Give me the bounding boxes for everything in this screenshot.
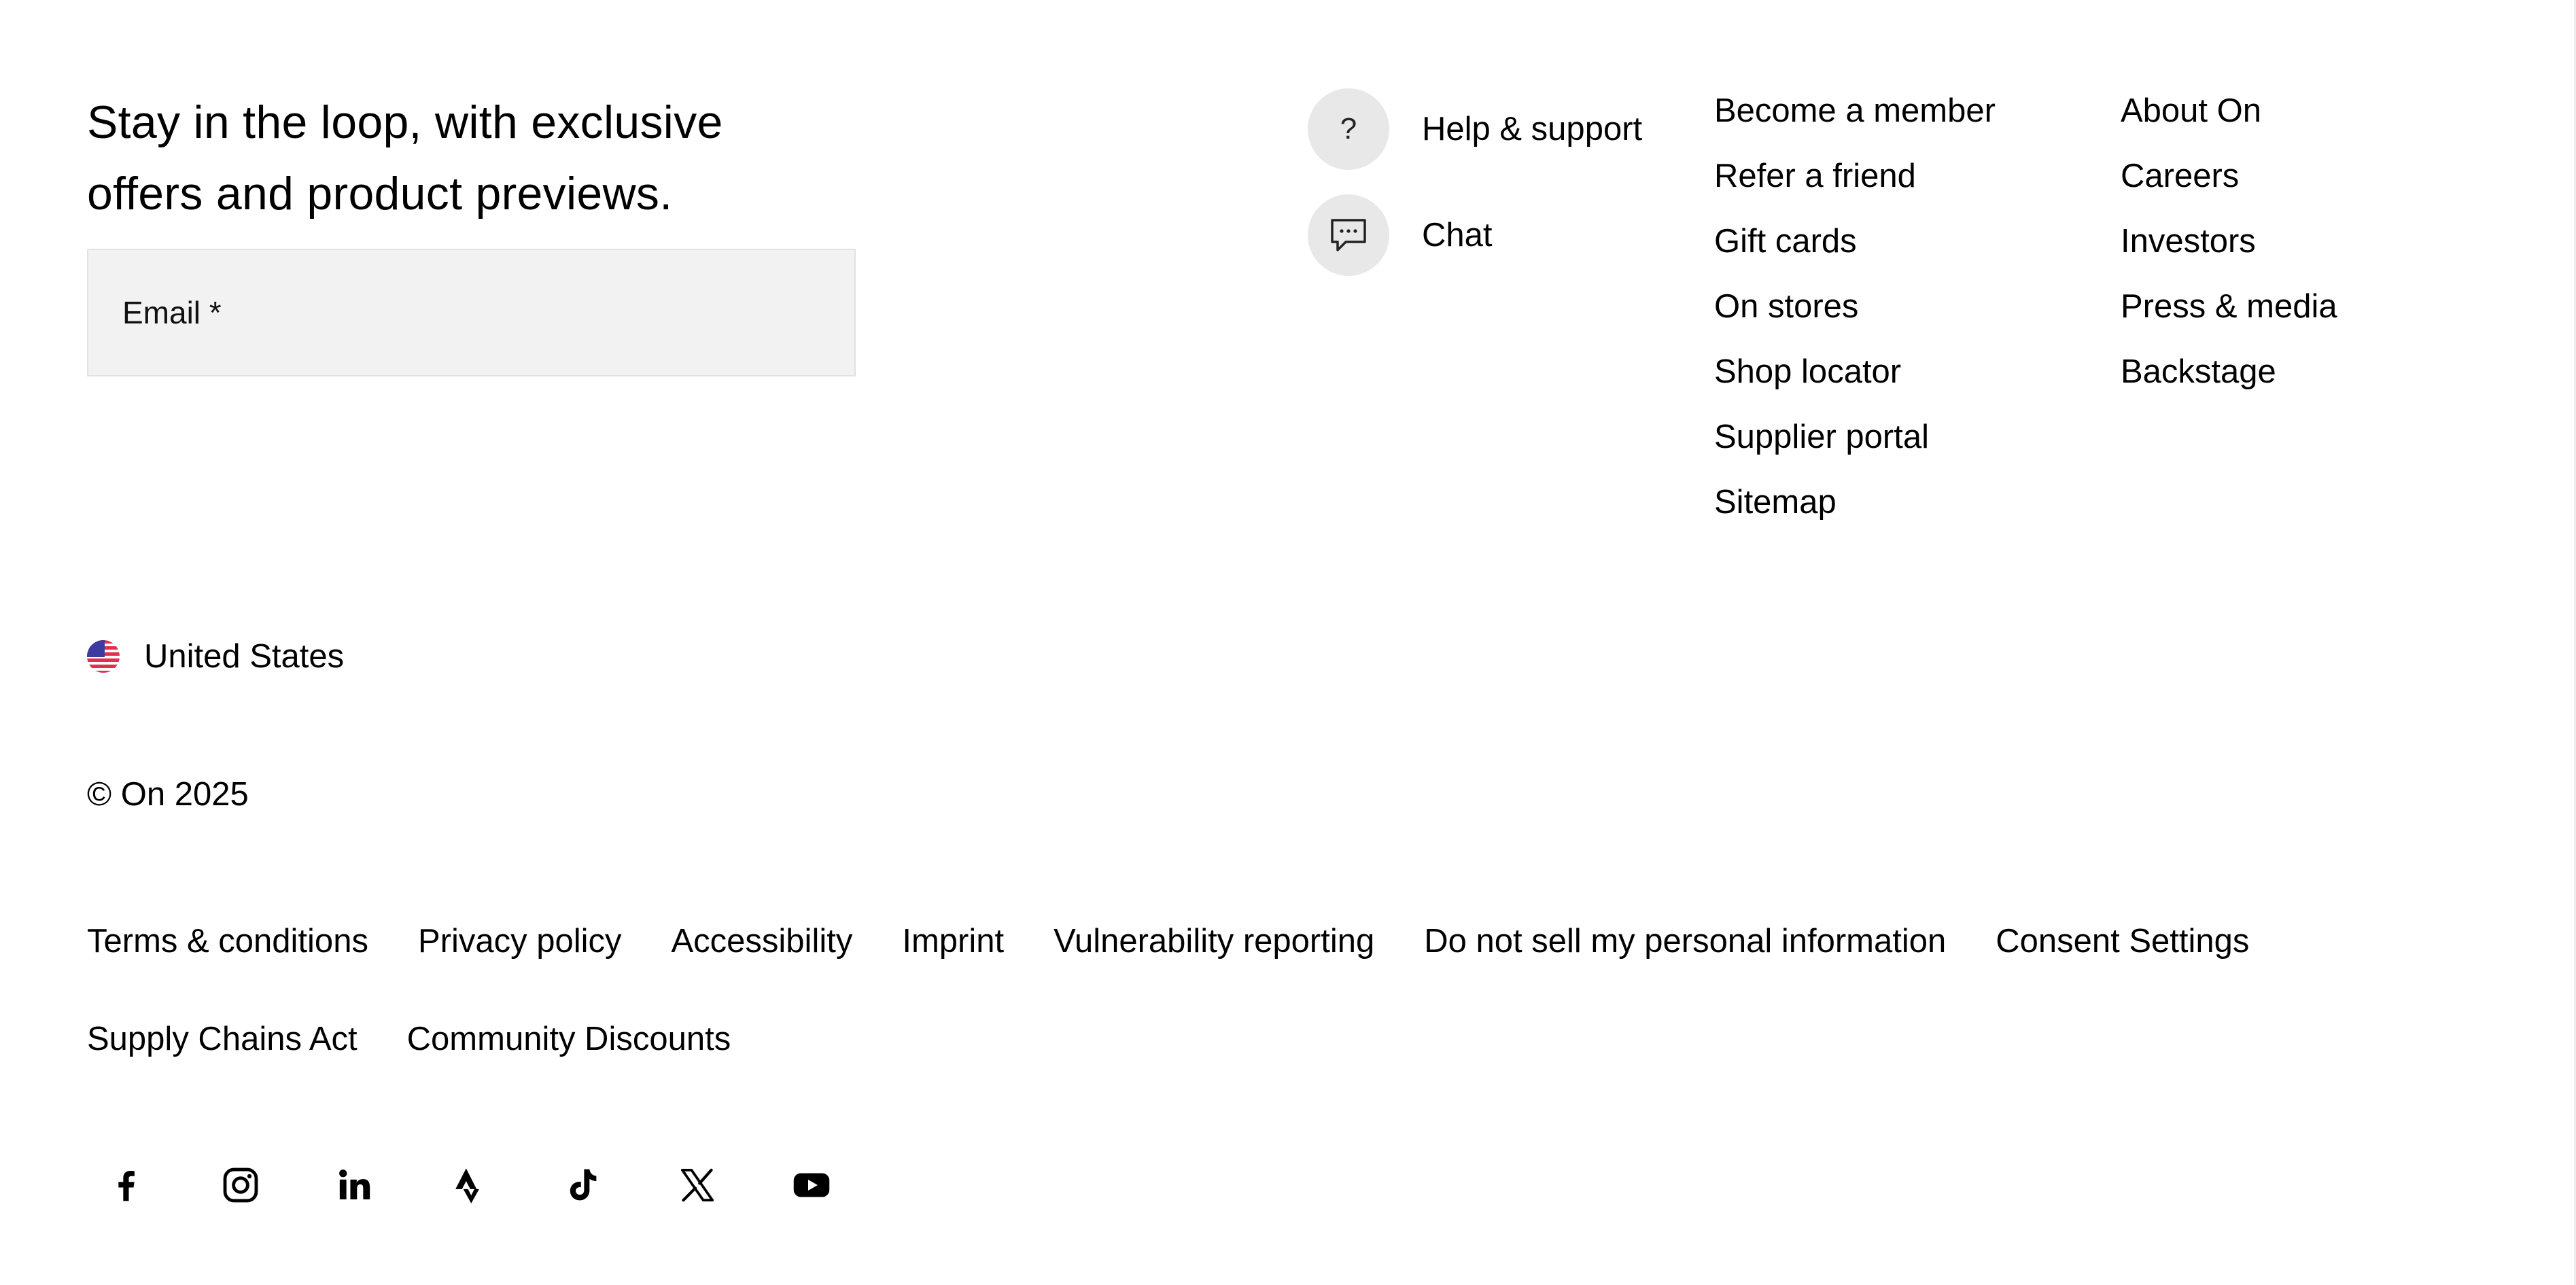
link-do-not-sell[interactable]: Do not sell my personal information xyxy=(1424,921,1946,962)
link-consent-settings[interactable]: Consent Settings xyxy=(1996,921,2249,962)
link-supply-chains-act[interactable]: Supply Chains Act xyxy=(87,1019,358,1059)
question-glyph: ? xyxy=(1340,112,1357,145)
link-imprint[interactable]: Imprint xyxy=(902,921,1004,962)
link-investors[interactable]: Investors xyxy=(2121,221,2337,262)
strava-link[interactable] xyxy=(430,1148,544,1222)
help-support-label: Help & support xyxy=(1422,111,1643,147)
linkedin-link[interactable] xyxy=(315,1148,430,1222)
link-vulnerability-reporting[interactable]: Vulnerability reporting xyxy=(1054,921,1374,962)
tiktok-icon xyxy=(544,1148,623,1222)
link-privacy-policy[interactable]: Privacy policy xyxy=(418,921,622,962)
link-refer-a-friend[interactable]: Refer a friend xyxy=(1714,156,1996,196)
link-careers[interactable]: Careers xyxy=(2121,156,2337,196)
youtube-link[interactable] xyxy=(772,1148,886,1222)
region-label: United States xyxy=(144,638,345,675)
region-selector[interactable]: United States xyxy=(87,636,344,677)
link-backstage[interactable]: Backstage xyxy=(2121,351,2337,392)
linkedin-icon xyxy=(315,1148,394,1222)
help-support-link[interactable]: ? Help & support xyxy=(1308,88,1642,170)
link-press-media[interactable]: Press & media xyxy=(2121,286,2337,327)
footer-links-column-1: Become a member Refer a friend Gift card… xyxy=(1714,90,1996,547)
chat-icon xyxy=(1308,194,1389,276)
link-terms-conditions[interactable]: Terms & conditions xyxy=(87,921,368,962)
tiktok-link[interactable] xyxy=(544,1148,658,1222)
question-icon: ? xyxy=(1308,88,1389,170)
x-link[interactable] xyxy=(658,1148,772,1222)
instagram-link[interactable] xyxy=(201,1148,315,1222)
copyright: © On 2025 xyxy=(87,776,249,813)
link-sitemap[interactable]: Sitemap xyxy=(1714,482,1996,523)
link-shop-locator[interactable]: Shop locator xyxy=(1714,351,1996,392)
strava-icon xyxy=(430,1148,508,1222)
email-field[interactable]: Email * xyxy=(87,249,856,376)
support-links: ? Help & support Chat xyxy=(1308,88,1642,300)
link-gift-cards[interactable]: Gift cards xyxy=(1714,221,1996,262)
legal-links: Terms & conditions Privacy policy Access… xyxy=(87,921,2330,1059)
newsletter-heading: Stay in the loop, with exclusive offers … xyxy=(87,96,723,219)
link-community-discounts[interactable]: Community Discounts xyxy=(407,1019,731,1059)
footer-links-column-2: About On Careers Investors Press & media… xyxy=(2121,90,2337,417)
instagram-icon xyxy=(201,1148,280,1222)
link-about-on[interactable]: About On xyxy=(2121,90,2337,131)
social-links xyxy=(87,1148,886,1222)
us-flag-icon xyxy=(87,640,120,673)
link-accessibility[interactable]: Accessibility xyxy=(671,921,852,962)
link-become-a-member[interactable]: Become a member xyxy=(1714,90,1996,131)
facebook-link[interactable] xyxy=(87,1148,201,1222)
email-input[interactable] xyxy=(122,325,827,360)
chat-link[interactable]: Chat xyxy=(1308,194,1642,276)
chat-bubble-svg xyxy=(1331,219,1366,251)
youtube-icon xyxy=(772,1148,851,1222)
chat-label: Chat xyxy=(1422,217,1493,253)
site-footer: Stay in the loop, with exclusive offers … xyxy=(0,0,2576,1285)
x-icon xyxy=(658,1148,737,1222)
link-on-stores[interactable]: On stores xyxy=(1714,286,1996,327)
facebook-icon xyxy=(87,1148,166,1222)
link-supplier-portal[interactable]: Supplier portal xyxy=(1714,417,1996,457)
